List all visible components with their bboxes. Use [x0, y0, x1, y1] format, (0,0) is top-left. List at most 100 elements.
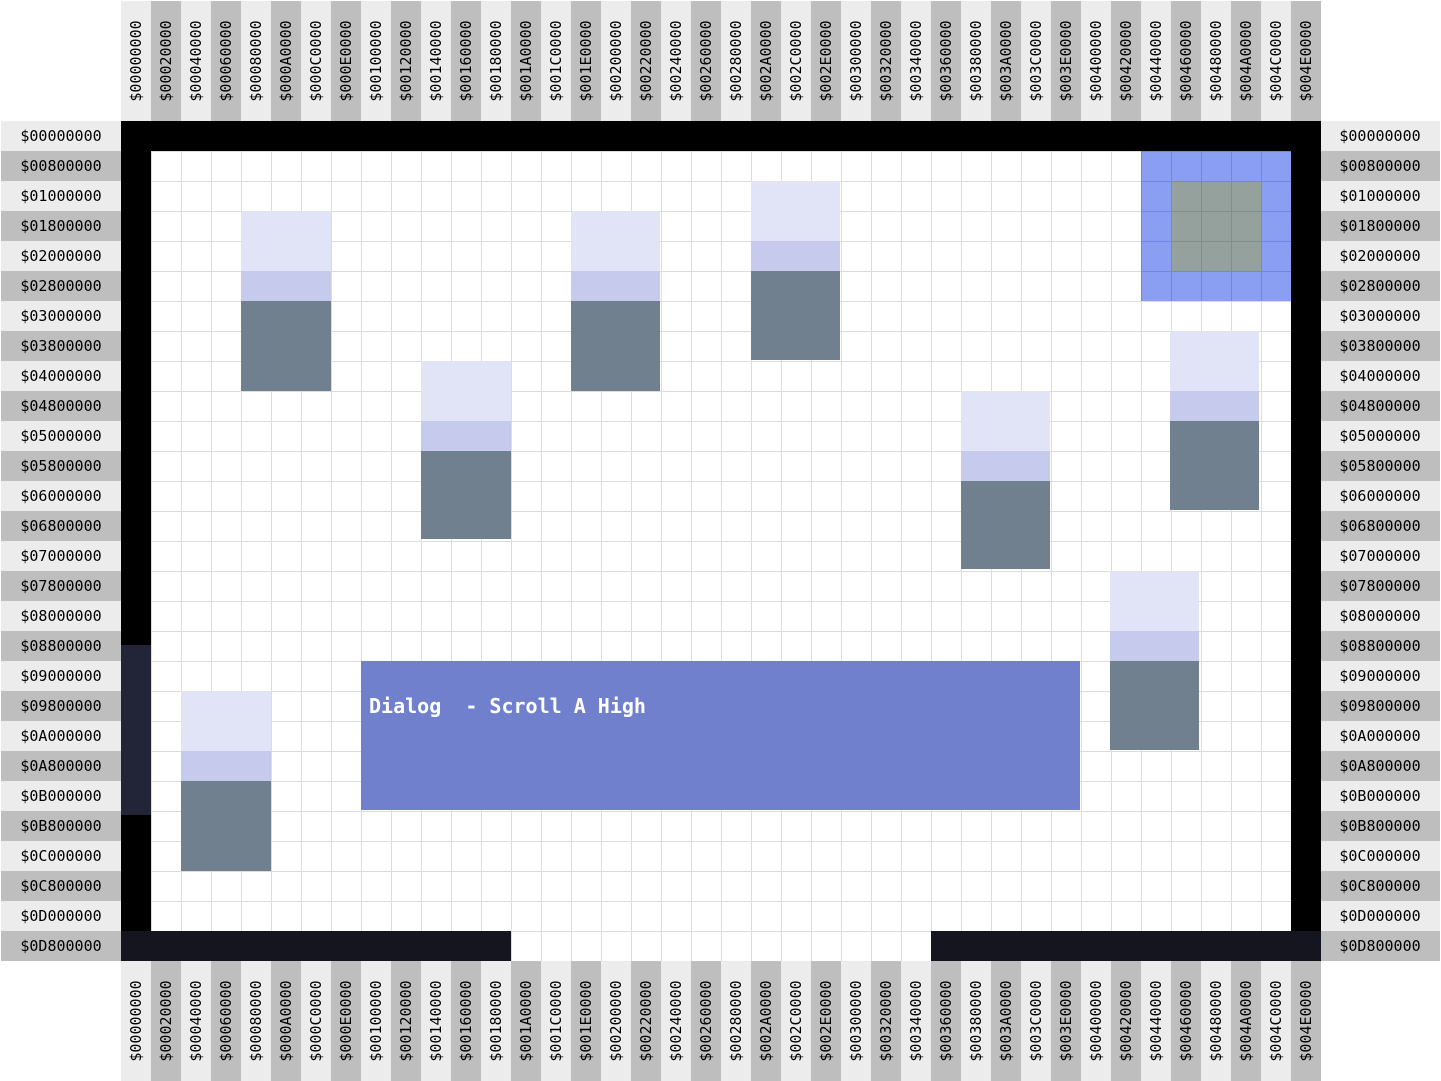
column-label-text: $00460000: [1177, 980, 1195, 1062]
column-label-text: $004A0000: [1237, 980, 1255, 1062]
column-label: $00040000: [181, 961, 211, 1081]
row-label: $0A000000: [1, 721, 121, 751]
row-label: $09000000: [1, 661, 121, 691]
column-label-text: $004C0000: [1267, 980, 1285, 1062]
piece-top: [961, 391, 1050, 451]
row-label: $03800000: [1320, 331, 1440, 361]
column-label: $00360000: [931, 1, 961, 121]
column-label-text: $001E0000: [577, 980, 595, 1062]
column-label-text: $00420000: [1117, 980, 1135, 1062]
row-label: $02800000: [1320, 271, 1440, 301]
column-label: $001A0000: [511, 961, 541, 1081]
column-label: $00140000: [421, 961, 451, 1081]
column-label-text: $00340000: [907, 20, 925, 102]
column-label: $00460000: [1171, 1, 1201, 121]
dialog-region[interactable]: Dialog - Scroll A High: [361, 661, 1080, 810]
row-label: $08000000: [1, 601, 121, 631]
column-label: $000A0000: [271, 1, 301, 121]
column-label: $001C0000: [541, 961, 571, 1081]
column-label: $003E0000: [1051, 1, 1081, 121]
column-label-text: $00100000: [367, 20, 385, 102]
row-label: $09800000: [1, 691, 121, 721]
row-label: $0C000000: [1320, 841, 1440, 871]
column-label-text: $00440000: [1147, 980, 1165, 1062]
column-label-text: $00200000: [607, 980, 625, 1062]
row-label: $07800000: [1, 571, 121, 601]
column-label: $00480000: [1201, 1, 1231, 121]
column-label-text: $00180000: [487, 20, 505, 102]
row-label: $08800000: [1320, 631, 1440, 661]
column-label: $00040000: [181, 1, 211, 121]
column-label-text: $00400000: [1087, 20, 1105, 102]
column-label: $004C0000: [1261, 961, 1291, 1081]
column-label: $002A0000: [751, 961, 781, 1081]
column-label: $00320000: [871, 961, 901, 1081]
column-label: $00060000: [211, 961, 241, 1081]
row-label: $02000000: [1320, 241, 1440, 271]
piece-top: [571, 211, 660, 271]
row-label: $04800000: [1320, 391, 1440, 421]
column-label: $001A0000: [511, 1, 541, 121]
column-label: $00220000: [631, 961, 661, 1081]
column-label-text: $003E0000: [1057, 980, 1075, 1062]
column-label-text: $00120000: [397, 20, 415, 102]
column-label-text: $000C0000: [307, 980, 325, 1062]
piece-mid: [571, 271, 660, 301]
selection-cursor[interactable]: [1141, 151, 1291, 301]
column-label-text: $000C0000: [307, 20, 325, 102]
column-label-text: $001A0000: [517, 980, 535, 1062]
row-label: $05000000: [1, 421, 121, 451]
column-label-text: $00440000: [1147, 20, 1165, 102]
piece-mid: [1110, 631, 1199, 661]
piece-base: [1110, 661, 1199, 750]
piece-base: [961, 481, 1050, 569]
piece-base: [1170, 421, 1259, 510]
column-label-text: $00360000: [937, 20, 955, 102]
row-label: $00800000: [1, 151, 121, 181]
row-label: $02000000: [1, 241, 121, 271]
row-label: $08800000: [1, 631, 121, 661]
column-label-text: $004E0000: [1297, 20, 1315, 102]
column-label: $00280000: [721, 1, 751, 121]
column-label-text: $00000000: [127, 20, 145, 102]
column-label-text: $00060000: [217, 980, 235, 1062]
piece-mid: [751, 241, 840, 271]
column-label-text: $000E0000: [337, 20, 355, 102]
column-label-text: $00280000: [727, 980, 745, 1062]
column-label: $00140000: [421, 1, 451, 121]
column-label-text: $001C0000: [547, 980, 565, 1062]
column-label-text: $00160000: [457, 980, 475, 1062]
column-label-text: $00220000: [637, 980, 655, 1062]
column-label: $00240000: [661, 961, 691, 1081]
column-label-text: $002E0000: [817, 980, 835, 1062]
column-label: $002C0000: [781, 961, 811, 1081]
column-label: $000C0000: [301, 961, 331, 1081]
column-label: $00400000: [1081, 961, 1111, 1081]
column-label: $00220000: [631, 1, 661, 121]
piece-top: [421, 361, 511, 421]
column-label-text: $00220000: [637, 20, 655, 102]
column-label: $004A0000: [1231, 1, 1261, 121]
column-label-text: $00020000: [157, 20, 175, 102]
row-label: $09800000: [1320, 691, 1440, 721]
row-label: $03000000: [1320, 301, 1440, 331]
piece-base: [571, 301, 660, 391]
column-label-text: $00080000: [247, 980, 265, 1062]
column-label: $002E0000: [811, 1, 841, 121]
column-label: $00340000: [901, 1, 931, 121]
column-label: $003C0000: [1021, 961, 1051, 1081]
column-label-text: $00300000: [847, 980, 865, 1062]
column-label-text: $00000000: [127, 980, 145, 1062]
column-label-text: $00240000: [667, 20, 685, 102]
column-label: $00320000: [871, 1, 901, 121]
column-label: $000E0000: [331, 1, 361, 121]
column-label-text: $003C0000: [1027, 20, 1045, 102]
row-label: $06000000: [1, 481, 121, 511]
column-label: $002A0000: [751, 1, 781, 121]
column-label-text: $00340000: [907, 980, 925, 1062]
column-label-text: $00320000: [877, 980, 895, 1062]
column-label: $00160000: [451, 961, 481, 1081]
row-label: $04800000: [1, 391, 121, 421]
dialog-label: Dialog - Scroll A High: [369, 694, 646, 718]
column-label: $00300000: [841, 1, 871, 121]
